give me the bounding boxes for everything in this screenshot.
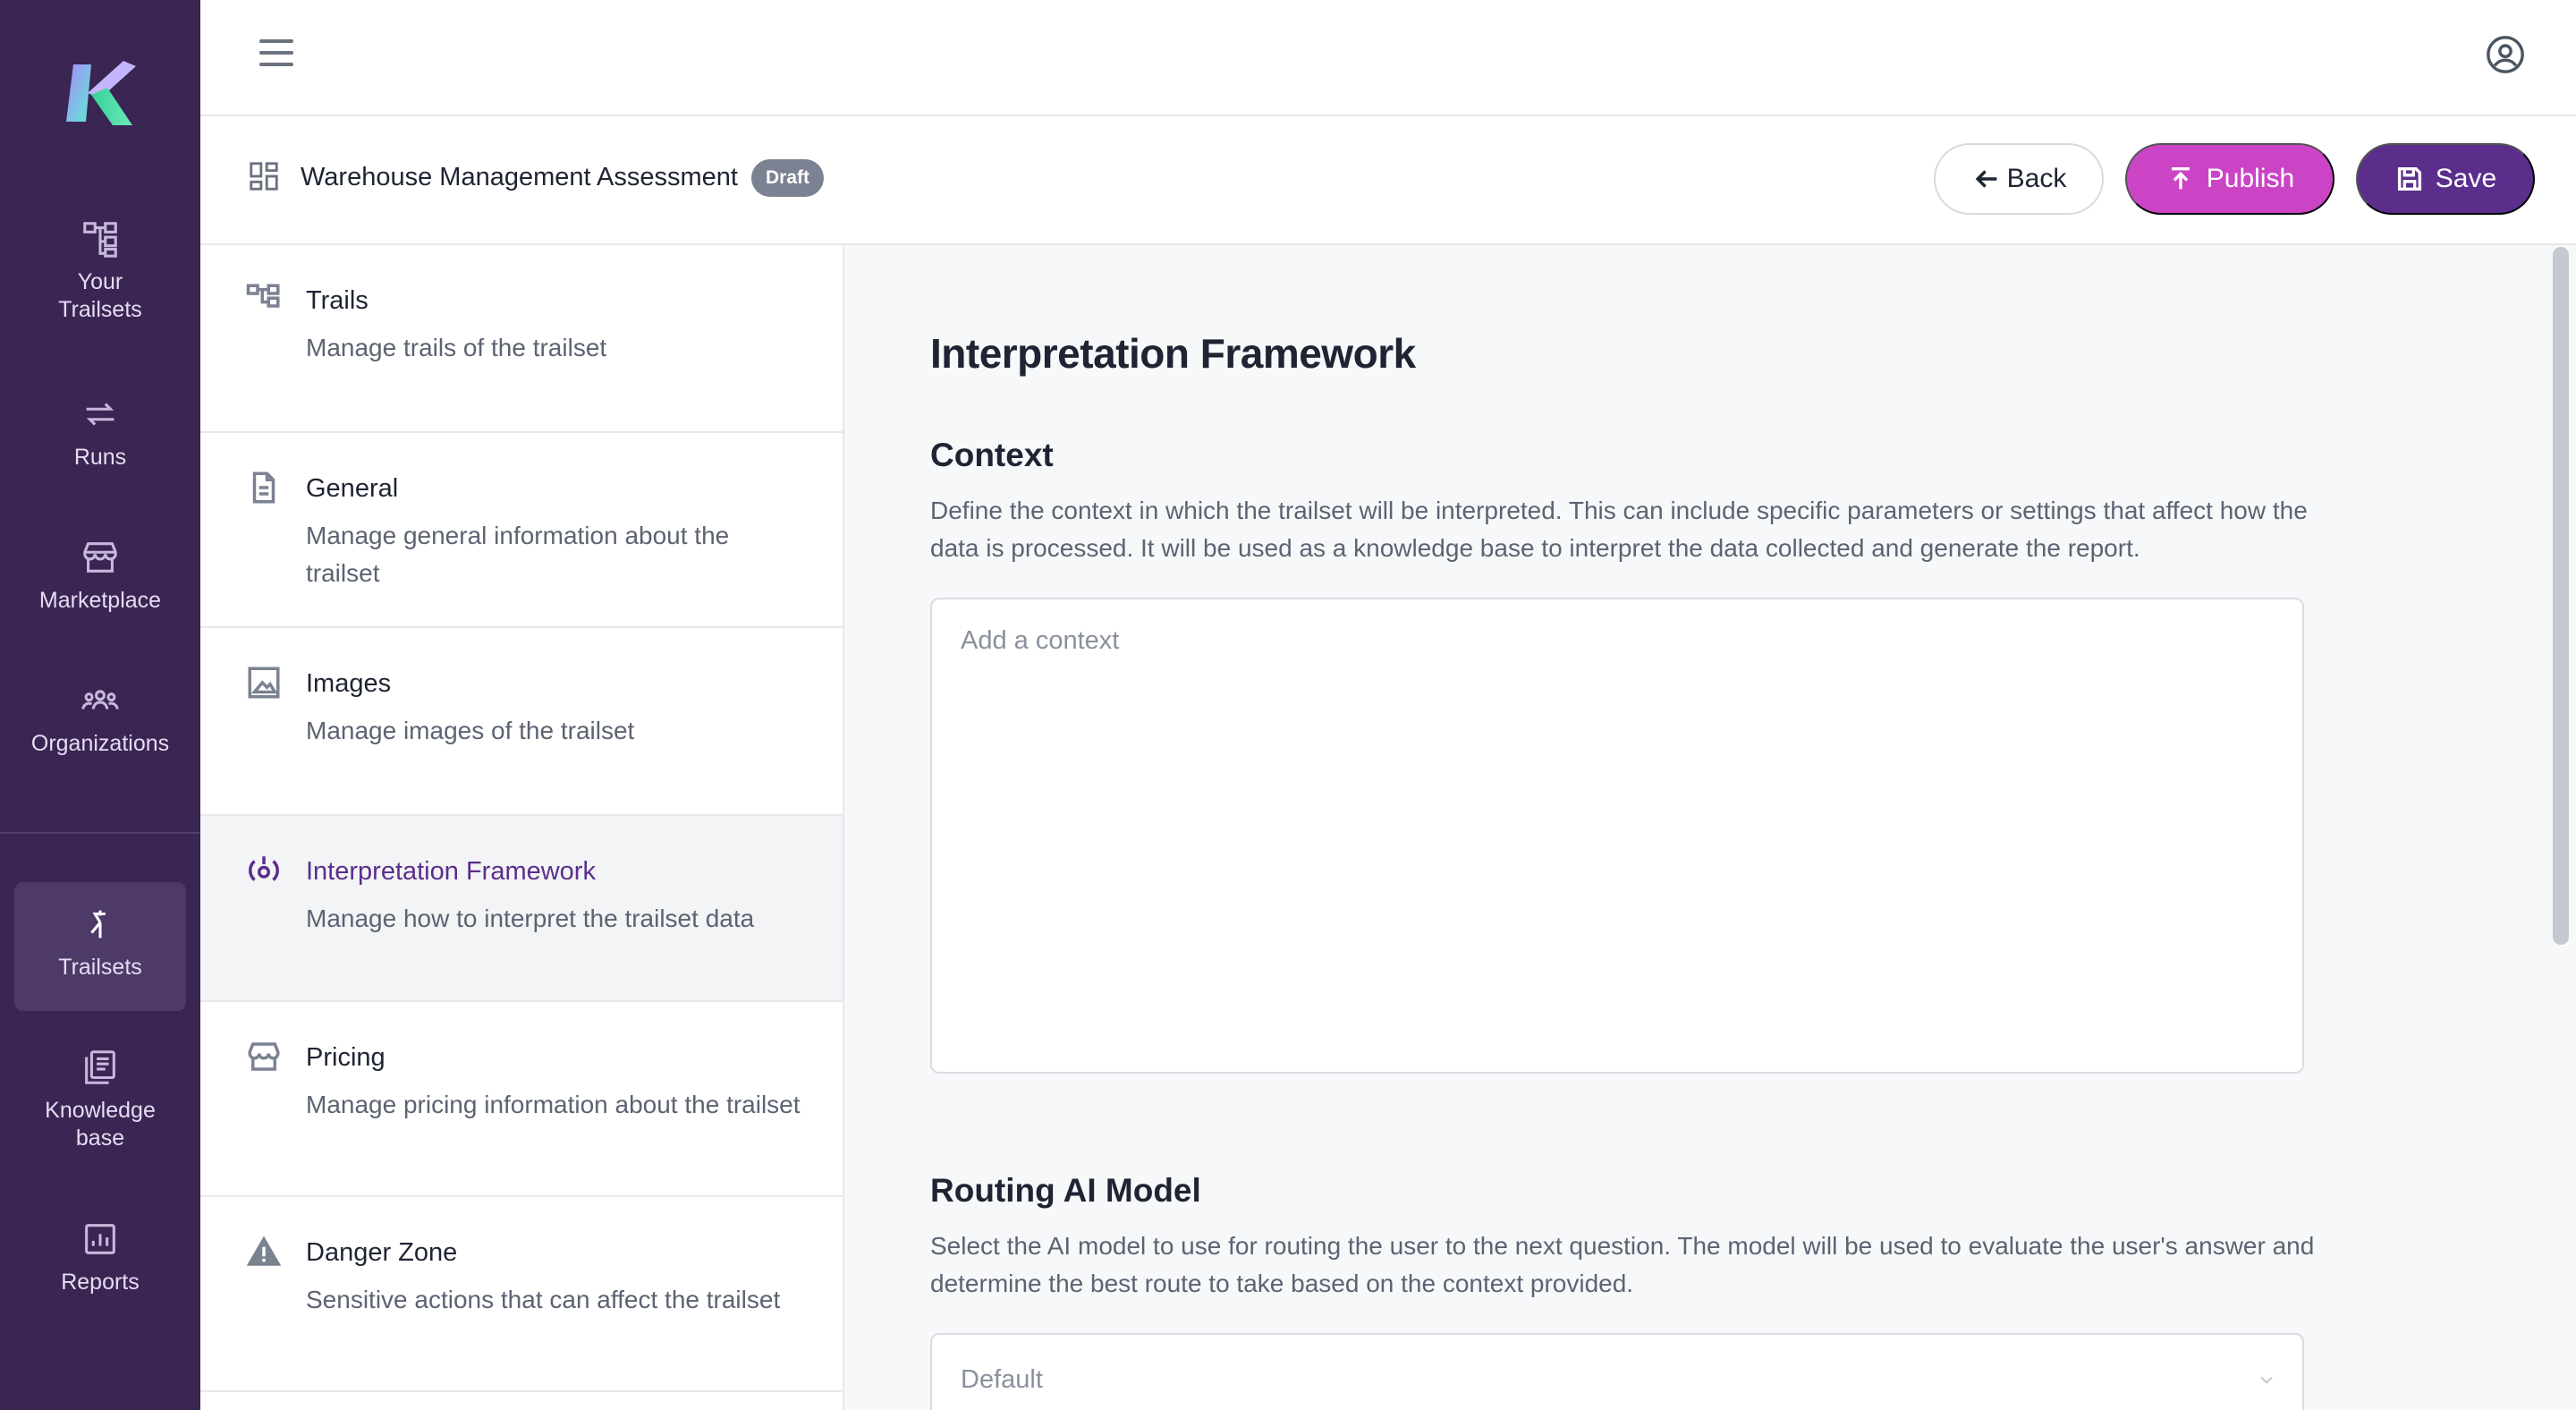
rail-item-label: Organizations <box>30 731 170 756</box>
hierarchy-icon <box>83 222 117 258</box>
section-title: Trails <box>306 286 369 315</box>
storefront-icon <box>248 1042 280 1071</box>
back-button[interactable]: Back <box>1934 143 2104 215</box>
section-list: Trails Manage trails of the trailset Gen… <box>200 245 844 1410</box>
arrow-left-icon <box>1975 170 1996 188</box>
rail-item-runs[interactable]: Runs <box>14 394 186 471</box>
status-badge: Draft <box>751 159 825 197</box>
routing-description: Select the AI model to use for routing t… <box>930 1232 2315 1297</box>
page-title: Interpretation Framework <box>930 330 1416 377</box>
account-circle-icon[interactable] <box>2485 34 2526 75</box>
rail-item-organizations[interactable]: Organizations <box>14 680 186 758</box>
section-title: Images <box>306 669 392 698</box>
rail-item-reports[interactable]: Reports <box>14 1219 186 1296</box>
k-logo-icon[interactable] <box>61 57 138 129</box>
routing-model-select[interactable]: Default <box>930 1333 2304 1410</box>
floppy-disk-icon <box>2397 166 2421 191</box>
hierarchy-icon <box>246 284 280 308</box>
merge-icon <box>90 910 106 939</box>
save-button[interactable]: Save <box>2356 143 2535 215</box>
trailset-title: Warehouse Management Assessment <box>301 163 738 191</box>
repeat-icon <box>86 403 114 426</box>
library-icon <box>85 1050 115 1084</box>
app-frame: Your Trailsets Runs Marketplace Organiza… <box>0 0 2576 1410</box>
save-button-label: Save <box>2435 164 2497 193</box>
people-icon <box>81 690 119 709</box>
section-title: Interpretation Framework <box>306 857 596 886</box>
section-description: Manage images of the trailset <box>306 717 635 744</box>
section-title: Pricing <box>306 1043 386 1072</box>
rail-item-knowledge-base[interactable]: Knowledge base <box>14 1047 186 1152</box>
chevron-down-icon <box>2260 1376 2273 1384</box>
context-heading: Context <box>930 437 1054 473</box>
scrollbar-thumb[interactable] <box>2553 247 2569 945</box>
rail-item-label: Knowledge base <box>45 1098 156 1151</box>
upload-icon <box>2171 166 2190 190</box>
nav-rail: Your Trailsets Runs Marketplace Organiza… <box>0 0 200 1410</box>
context-description: Define the context in which the trailset… <box>930 497 2308 562</box>
context-textarea[interactable] <box>930 598 2304 1074</box>
hamburger-icon[interactable] <box>259 39 295 75</box>
section-title: General <box>306 474 399 503</box>
trailset-header: Warehouse Management Assessment Draft Ba… <box>200 116 2576 245</box>
rail-item-label: Reports <box>61 1270 140 1295</box>
section-description: Manage general information about the tra… <box>306 522 730 587</box>
rail-item-label: Your Trailsets <box>58 269 142 322</box>
section-description: Manage pricing information about the tra… <box>306 1091 801 1118</box>
rail-item-your-trailsets[interactable]: Your Trailsets <box>14 218 186 324</box>
section-description: Manage how to interpret the trailset dat… <box>306 905 755 932</box>
section-item-danger-zone[interactable]: Danger Zone Sensitive actions that can a… <box>200 1197 843 1392</box>
section-item-images[interactable]: Images Manage images of the trailset <box>200 628 843 816</box>
section-description: Manage trails of the trailset <box>306 334 607 361</box>
section-item-general[interactable]: General Manage general information about… <box>200 433 843 628</box>
warning-icon <box>246 1236 282 1266</box>
section-title: Danger Zone <box>306 1238 458 1267</box>
section-item-trails[interactable]: Trails Manage trails of the trailset <box>200 245 843 433</box>
rail-divider <box>0 832 200 834</box>
section-item-pricing[interactable]: Pricing Manage pricing information about… <box>200 1002 843 1197</box>
rail-item-label: Trailsets <box>58 955 142 980</box>
rail-item-label: Marketplace <box>38 588 162 613</box>
rail-item-trailsets[interactable]: Trailsets <box>14 882 186 1011</box>
interpretation-icon <box>249 856 279 881</box>
section-description: Sensitive actions that can affect the tr… <box>306 1286 781 1313</box>
routing-model-value: Default <box>961 1365 1043 1394</box>
rail-item-label: Runs <box>73 445 127 470</box>
section-item-interpretation-framework[interactable]: Interpretation Framework Manage how to i… <box>200 816 843 1002</box>
routing-heading: Routing AI Model <box>930 1172 1201 1209</box>
document-icon <box>252 471 275 504</box>
rail-item-marketplace[interactable]: Marketplace <box>14 537 186 615</box>
back-button-label: Back <box>2006 164 2067 193</box>
main-content: Interpretation Framework Context Define … <box>844 245 2576 1410</box>
dashboard-icon <box>250 162 278 191</box>
storefront-icon <box>83 542 117 573</box>
chart-icon <box>85 1224 115 1254</box>
top-bar <box>200 0 2576 116</box>
publish-button[interactable]: Publish <box>2125 143 2334 215</box>
image-icon <box>248 667 280 699</box>
publish-button-label: Publish <box>2206 164 2295 193</box>
